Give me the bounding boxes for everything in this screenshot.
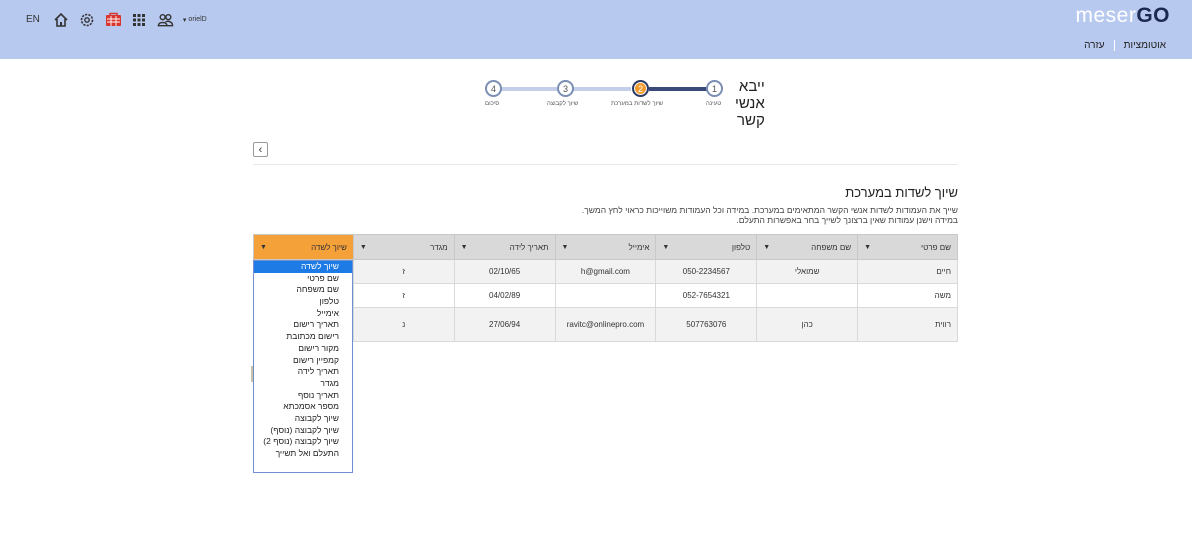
step-3: 3: [557, 80, 574, 97]
home-icon[interactable]: [53, 11, 70, 28]
chevron-down-icon: ▾: [182, 16, 187, 24]
column-header-birthdate[interactable]: תאריך לידה ▼: [453, 234, 556, 260]
nav-automations[interactable]: אוטומציות: [1124, 40, 1166, 51]
dropdown-option[interactable]: תאריך נוסף: [254, 390, 352, 402]
table-cell: ז: [352, 259, 455, 284]
table-cell: [554, 283, 657, 308]
description-line-2: במידה וישנן עמודות שאין ברצונך לשייך בחר…: [736, 215, 958, 225]
table-cell: h@gmail.com: [554, 259, 657, 284]
apps-grid-icon[interactable]: [131, 11, 148, 28]
top-nav: אוטומציות עזרה: [1084, 40, 1166, 51]
dropdown-option[interactable]: מספר אסמכתא: [254, 401, 352, 413]
dropdown-option[interactable]: אימייל: [254, 308, 352, 320]
dropdown-caret-icon: ▼: [662, 243, 670, 251]
user-name: orielD: [188, 16, 207, 23]
step-3-label: שיוך לקבוצה: [547, 101, 579, 107]
step-1: 1: [706, 80, 723, 97]
table-cell: 27/06/94: [453, 307, 556, 342]
dropdown-option[interactable]: שיוך לקבוצה (נוסף 2): [254, 436, 352, 448]
table-cell: ז: [352, 283, 455, 308]
dropdown-option[interactable]: רישום מכתובת: [254, 331, 352, 343]
column-header-lastname[interactable]: שם משפחה ▼: [756, 234, 859, 260]
table-cell: נ: [352, 307, 455, 342]
dropdown-option[interactable]: קמפיין רישום: [254, 355, 352, 367]
nav-help[interactable]: עזרה: [1084, 40, 1104, 51]
shop-icon[interactable]: [105, 11, 122, 28]
description-line-1: שייך את העמודות לשדות אנשי הקשר המתאימים…: [581, 205, 958, 215]
dropdown-option[interactable]: התעלם ואל תשייך: [254, 448, 352, 460]
dropdown-option[interactable]: שם פרטי: [254, 273, 352, 285]
back-button[interactable]: ‹: [253, 142, 268, 157]
top-bar: EN ▾ orielD meserGO אוטומציות עזרה: [0, 0, 1192, 59]
dropdown-caret-icon: ▼: [763, 243, 771, 251]
step-4-label: סיכום: [485, 101, 500, 107]
page-title: ייבא אנשי קשר: [734, 78, 765, 129]
step-1-label: טעינה: [706, 101, 722, 107]
users-icon[interactable]: [157, 11, 174, 28]
table-cell: חיים: [857, 259, 958, 284]
table-cell: ravitc@onlinepro.com: [554, 307, 657, 342]
mesergo-logo[interactable]: meserGO: [1075, 4, 1170, 28]
settings-icon[interactable]: [79, 11, 96, 28]
table-cell: [756, 283, 859, 308]
column-header-phone[interactable]: טלפון ▼: [655, 234, 758, 260]
column-header-email[interactable]: אימייל ▼: [554, 234, 657, 260]
dropdown-caret-icon: ▼: [460, 243, 468, 251]
dropdown-option[interactable]: שם משפחה: [254, 284, 352, 296]
table-cell: 050-2234567: [655, 259, 758, 284]
table-cell: 052-7654321: [655, 283, 758, 308]
user-menu[interactable]: ▾ orielD: [183, 16, 207, 24]
section-heading: שיוך לשדות במערכת: [845, 185, 958, 200]
dropdown-option[interactable]: מגדר: [254, 378, 352, 390]
header-row: שיוך לשדה ▼ מגדר ▼ תאריך לידה ▼ אימייל ▼ טלפ…: [253, 234, 958, 260]
step-2-label: שיוך לשדות במערכת: [611, 101, 664, 107]
dropdown-caret-icon: ▼: [864, 243, 872, 251]
section-description: שייך את העמודות לשדות אנשי הקשר המתאימים…: [582, 205, 958, 225]
column-header-firstname[interactable]: שם פרטי ▼: [857, 234, 958, 260]
dropdown-option[interactable]: תאריך רישום: [254, 319, 352, 331]
dropdown-option[interactable]: שיוך לקבוצה (נוסף): [254, 425, 352, 437]
column-mapping-select[interactable]: שיוך לשדה ▼: [253, 234, 354, 260]
progress-track-done: [649, 87, 710, 91]
table-cell: 04/02/89: [453, 283, 556, 308]
field-mapping-dropdown[interactable]: שיוך לשדה שם פרטי שם משפחה טלפון אימייל …: [253, 260, 353, 473]
chevron-left-icon: ‹: [258, 143, 263, 156]
table-row: נ 27/06/94 ravitc@onlinepro.com 50776307…: [253, 307, 958, 342]
table-cell: 02/10/65: [453, 259, 556, 284]
dropdown-option[interactable]: מקור רישום: [254, 343, 352, 355]
table-cell: משה: [857, 283, 958, 308]
table-cell: 507763076: [655, 307, 758, 342]
toolbar-left: EN ▾ orielD: [26, 11, 207, 28]
dropdown-caret-icon: ▼: [260, 243, 267, 251]
dropdown-option[interactable]: תאריך לידה: [254, 366, 352, 378]
mapping-table: שיוך לשדה ▼ מגדר ▼ תאריך לידה ▼ אימייל ▼ טלפ…: [253, 234, 958, 342]
table-row: ז 02/10/65 h@gmail.com 050-2234567 שמואל…: [253, 259, 958, 284]
scroll-marker: [251, 366, 253, 382]
column-header-gender[interactable]: מגדר ▼: [352, 234, 455, 260]
dropdown-option[interactable]: שיוך לשדה: [254, 261, 352, 273]
table-cell: רווית: [857, 307, 958, 342]
table-cell: כהן: [756, 307, 859, 342]
step-4: 4: [485, 80, 502, 97]
nav-separator: [1113, 40, 1115, 51]
language-toggle[interactable]: EN: [26, 14, 40, 25]
table-cell: שמואלי: [756, 259, 859, 284]
dropdown-option[interactable]: טלפון: [254, 296, 352, 308]
step-2: 2: [632, 80, 649, 97]
dropdown-option[interactable]: שיוך לקבוצה: [254, 413, 352, 425]
table-row: ז 04/02/89 052-7654321 משה: [253, 283, 958, 308]
dropdown-caret-icon: ▼: [359, 243, 367, 251]
dropdown-caret-icon: ▼: [561, 243, 569, 251]
divider: [253, 164, 958, 165]
